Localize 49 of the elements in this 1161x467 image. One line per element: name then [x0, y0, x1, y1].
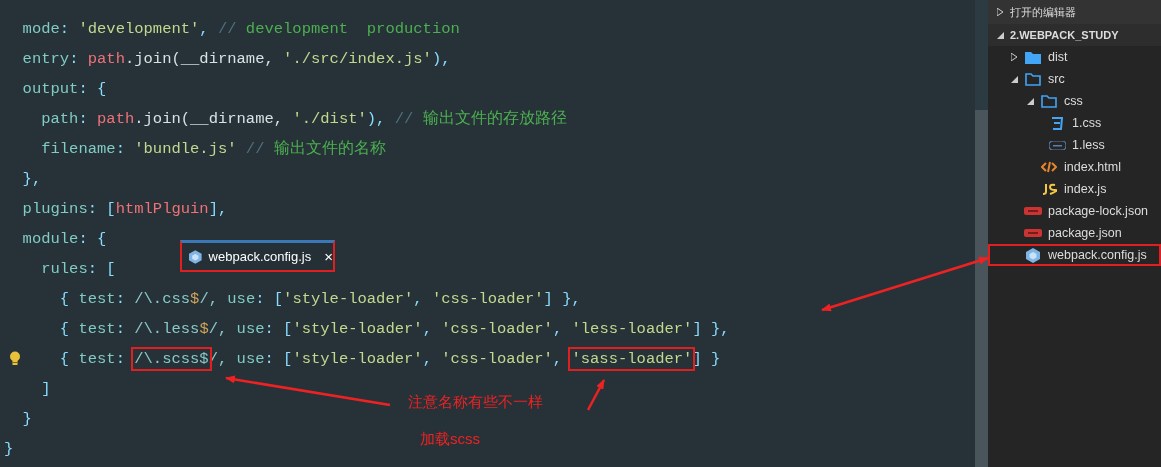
tree-item[interactable]: package-lock.json: [1048, 204, 1149, 218]
code-line: filename: 'bundle.js' // 输出文件的名称: [40, 140, 386, 158]
open-folder-icon: [1025, 72, 1041, 86]
code-brackets-icon: [1041, 161, 1057, 173]
code-line: mode: 'development', // development production: [21, 20, 460, 38]
hexagon-icon: [1026, 247, 1040, 263]
code-line: module: {: [21, 230, 107, 248]
tree-item[interactable]: css: [1064, 94, 1083, 108]
collapsed-caret-icon[interactable]: [1011, 53, 1017, 61]
code-line: { test: /\.css$/, use: ['style-loader', 'css-loader'] },: [58, 290, 581, 308]
tree-item[interactable]: index.html: [1064, 160, 1121, 174]
close-icon[interactable]: ×: [324, 248, 333, 265]
tree-item[interactable]: src: [1048, 72, 1065, 86]
code-line: output: {: [21, 80, 107, 98]
code-line: }: [21, 410, 32, 428]
package-icon: [1024, 207, 1042, 215]
dragged-tab[interactable]: webpack.config.js ×: [180, 240, 335, 272]
open-folder-icon: [1041, 94, 1057, 108]
code-line: { test: /\.less$/, use: ['style-loader', 'css-loader', 'less-loader'] },: [58, 320, 730, 338]
collapsed-caret-icon[interactable]: [997, 8, 1003, 16]
code-line: rules: [: [40, 260, 116, 278]
tree-item[interactable]: webpack.config.js: [1048, 248, 1147, 262]
folder-icon: [1025, 50, 1041, 64]
annotation-note: 加载scss: [420, 430, 480, 449]
code-line: entry: path.join(__dirname, './src/index.js'),: [21, 50, 451, 68]
expanded-caret-icon[interactable]: [1010, 75, 1018, 83]
expanded-caret-icon[interactable]: [996, 31, 1004, 39]
annotation-note: 注意名称有些不一样: [408, 393, 543, 412]
code-line: path: path.join(__dirname, './dist'), // 输出文件的存放路径: [40, 110, 567, 128]
code-line: },: [21, 170, 42, 188]
scrollbar-thumb[interactable]: [975, 110, 988, 467]
annotation-arrow: [586, 379, 606, 411]
tab-label: webpack.config.js: [208, 249, 312, 264]
js-file-icon: [1041, 183, 1057, 195]
code-line: plugins: [htmlPlguin],: [21, 200, 228, 218]
hexagon-icon: [189, 249, 202, 264]
code-line: ]: [40, 380, 51, 398]
tree-item[interactable]: 1.less: [1072, 138, 1105, 152]
package-icon: [1024, 229, 1042, 237]
code-line: }: [4, 440, 14, 458]
tree-item[interactable]: 1.css: [1072, 116, 1102, 130]
tree-item[interactable]: index.js: [1064, 182, 1107, 196]
tree-item[interactable]: dist: [1048, 50, 1068, 64]
tree-item[interactable]: package.json: [1048, 226, 1122, 240]
expanded-caret-icon[interactable]: [1026, 97, 1034, 105]
css-file-icon: [1051, 116, 1063, 130]
lightbulb-icon[interactable]: [9, 351, 21, 366]
less-file-icon: [1048, 140, 1066, 150]
scrollbar[interactable]: [975, 0, 988, 467]
